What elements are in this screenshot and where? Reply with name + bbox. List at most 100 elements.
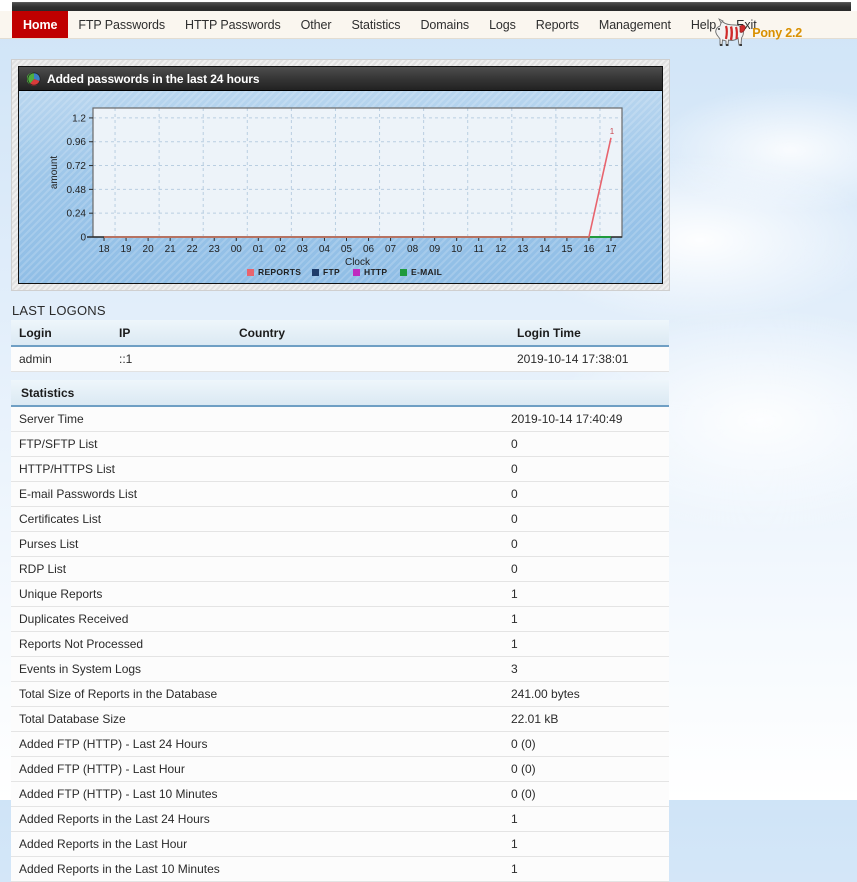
nav-item-home[interactable]: Home: [12, 11, 68, 38]
nav-item-other[interactable]: Other: [291, 11, 342, 38]
stat-label: FTP/SFTP List: [11, 432, 511, 457]
table-row: Certificates List0: [11, 507, 669, 532]
stat-value: 0: [511, 557, 669, 582]
table-row: E-mail Passwords List0: [11, 482, 669, 507]
top-strip: [0, 0, 857, 11]
svg-text:17: 17: [605, 244, 617, 255]
table-row: Duplicates Received1: [11, 607, 669, 632]
stat-label: Added FTP (HTTP) - Last 10 Minutes: [11, 782, 511, 807]
nav-item-logs[interactable]: Logs: [479, 11, 526, 38]
svg-text:00: 00: [231, 244, 243, 255]
svg-text:HTTP: HTTP: [364, 267, 387, 277]
table-row: Added FTP (HTTP) - Last 10 Minutes0 (0): [11, 782, 669, 807]
svg-text:1.2: 1.2: [72, 113, 86, 124]
stat-label: RDP List: [11, 557, 511, 582]
stat-label: Added FTP (HTTP) - Last Hour: [11, 757, 511, 782]
brand-area: Pony 2.2: [713, 15, 802, 51]
svg-text:0.24: 0.24: [67, 209, 87, 220]
svg-text:03: 03: [297, 244, 309, 255]
stat-value: 1: [511, 582, 669, 607]
svg-text:E-MAIL: E-MAIL: [411, 267, 442, 277]
table-row[interactable]: admin::1 2019-10-14 17:38:01: [11, 346, 669, 372]
svg-text:07: 07: [385, 244, 397, 255]
nav-item-management[interactable]: Management: [589, 11, 681, 38]
svg-text:12: 12: [495, 244, 507, 255]
stat-value: 1: [511, 607, 669, 632]
svg-text:15: 15: [561, 244, 573, 255]
table-row: FTP/SFTP List0: [11, 432, 669, 457]
stat-value: 0: [511, 482, 669, 507]
nav-item-label: Home: [23, 18, 57, 32]
svg-text:0: 0: [80, 233, 86, 244]
nav-item-label: Domains: [420, 18, 469, 32]
stat-value: 0 (0): [511, 757, 669, 782]
chart-plot-zone: 00.240.480.720.961.2amount18192021222300…: [19, 91, 662, 283]
svg-text:14: 14: [539, 244, 551, 255]
nav-item-label: Logs: [489, 18, 516, 32]
table-row: Total Size of Reports in the Database241…: [11, 682, 669, 707]
last-logons-table: Login IP Country Login Time admin::1 2019…: [11, 320, 669, 372]
column-header-country[interactable]: Country: [231, 320, 509, 346]
statistics-panel-header: Statistics: [11, 380, 669, 407]
nav-item-ftp-passwords[interactable]: FTP Passwords: [68, 11, 175, 38]
nav-items-container: Home FTP Passwords HTTP Passwords Other Stat…: [12, 11, 767, 38]
svg-text:01: 01: [253, 244, 265, 255]
stat-label: Unique Reports: [11, 582, 511, 607]
stat-value: 1: [511, 632, 669, 657]
table-row: HTTP/HTTPS List0: [11, 457, 669, 482]
svg-text:10: 10: [451, 244, 463, 255]
nav-item-label: HTTP Passwords: [185, 18, 281, 32]
stat-value: 0: [511, 507, 669, 532]
table-row: Purses List0: [11, 532, 669, 557]
last-logons-thead: Login IP Country Login Time: [11, 320, 669, 346]
svg-text:20: 20: [143, 244, 155, 255]
stat-label: Added Reports in the Last 24 Hours: [11, 807, 511, 832]
svg-text:13: 13: [517, 244, 529, 255]
column-header-login[interactable]: Login: [11, 320, 111, 346]
nav-item-label: Other: [301, 18, 332, 32]
stat-label: Added FTP (HTTP) - Last 24 Hours: [11, 732, 511, 757]
last-logons-tbody: admin::1 2019-10-14 17:38:01: [11, 346, 669, 372]
svg-text:amount: amount: [49, 156, 60, 190]
stat-value: 3: [511, 657, 669, 682]
logon-cell-ip: ::1: [111, 346, 231, 372]
table-row: Unique Reports1: [11, 582, 669, 607]
stat-label: HTTP/HTTPS List: [11, 457, 511, 482]
statistics-table: Server Time2019-10-14 17:40:49FTP/SFTP L…: [11, 407, 669, 882]
logon-cell-login: admin: [11, 346, 111, 372]
stat-label: Server Time: [11, 407, 511, 432]
svg-text:FTP: FTP: [323, 267, 340, 277]
stat-value: 0: [511, 532, 669, 557]
stat-value: 1: [511, 857, 669, 882]
stat-label: Total Size of Reports in the Database: [11, 682, 511, 707]
table-row: Added FTP (HTTP) - Last 24 Hours0 (0): [11, 732, 669, 757]
stat-label: Duplicates Received: [11, 607, 511, 632]
stat-label: Total Database Size: [11, 707, 511, 732]
nav-item-domains[interactable]: Domains: [410, 11, 479, 38]
chart-svg: 00.240.480.720.961.2amount18192021222300…: [19, 91, 663, 284]
svg-text:0.96: 0.96: [67, 137, 87, 148]
nav-item-label: FTP Passwords: [78, 18, 165, 32]
nav-item-label: Management: [599, 18, 671, 32]
logon-cell-login-time: 2019-10-14 17:38:01: [509, 346, 669, 372]
nav-item-statistics[interactable]: Statistics: [341, 11, 410, 38]
column-header-ip[interactable]: IP: [111, 320, 231, 346]
statistics-panel: Statistics Server Time2019-10-14 17:40:4…: [11, 380, 669, 882]
svg-text:04: 04: [319, 244, 331, 255]
pie-chart-icon: [27, 72, 41, 86]
brand-label: Pony 2.2: [752, 26, 802, 40]
column-header-login-time[interactable]: Login Time: [509, 320, 669, 346]
logon-cell-country: [231, 346, 509, 372]
stat-value: 0: [511, 457, 669, 482]
stat-label: Certificates List: [11, 507, 511, 532]
nav-item-http-passwords[interactable]: HTTP Passwords: [175, 11, 291, 38]
nav-item-reports[interactable]: Reports: [526, 11, 589, 38]
table-row: Added Reports in the Last 24 Hours1: [11, 807, 669, 832]
stat-value: 1: [511, 832, 669, 857]
main-navigation-bar: Home FTP Passwords HTTP Passwords Other Stat…: [0, 11, 857, 39]
chart-panel-header: Added passwords in the last 24 hours: [19, 67, 662, 91]
svg-text:02: 02: [275, 244, 287, 255]
stat-value: 2019-10-14 17:40:49: [511, 407, 669, 432]
svg-text:09: 09: [429, 244, 441, 255]
nav-item-label: Reports: [536, 18, 579, 32]
